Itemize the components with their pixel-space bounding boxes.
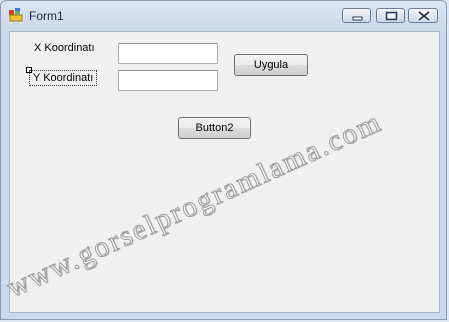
x-coordinate-label: X Koordinatı <box>34 42 95 54</box>
window-title: Form1 <box>29 9 64 23</box>
y-coordinate-input[interactable] <box>118 70 218 91</box>
close-button[interactable] <box>408 8 438 23</box>
x-coordinate-input[interactable] <box>118 43 218 64</box>
y-coordinate-label[interactable]: Y Koordinatı <box>29 70 98 86</box>
form-app-icon <box>9 8 23 22</box>
button2[interactable]: Button2 <box>178 117 251 139</box>
minimize-icon <box>352 16 363 21</box>
maximize-button[interactable] <box>376 8 405 23</box>
maximize-icon <box>385 11 398 21</box>
title-bar[interactable]: Form1 <box>1 1 446 31</box>
apply-button[interactable]: Uygula <box>234 54 308 76</box>
minimize-button[interactable] <box>342 8 371 23</box>
close-icon <box>417 10 431 22</box>
